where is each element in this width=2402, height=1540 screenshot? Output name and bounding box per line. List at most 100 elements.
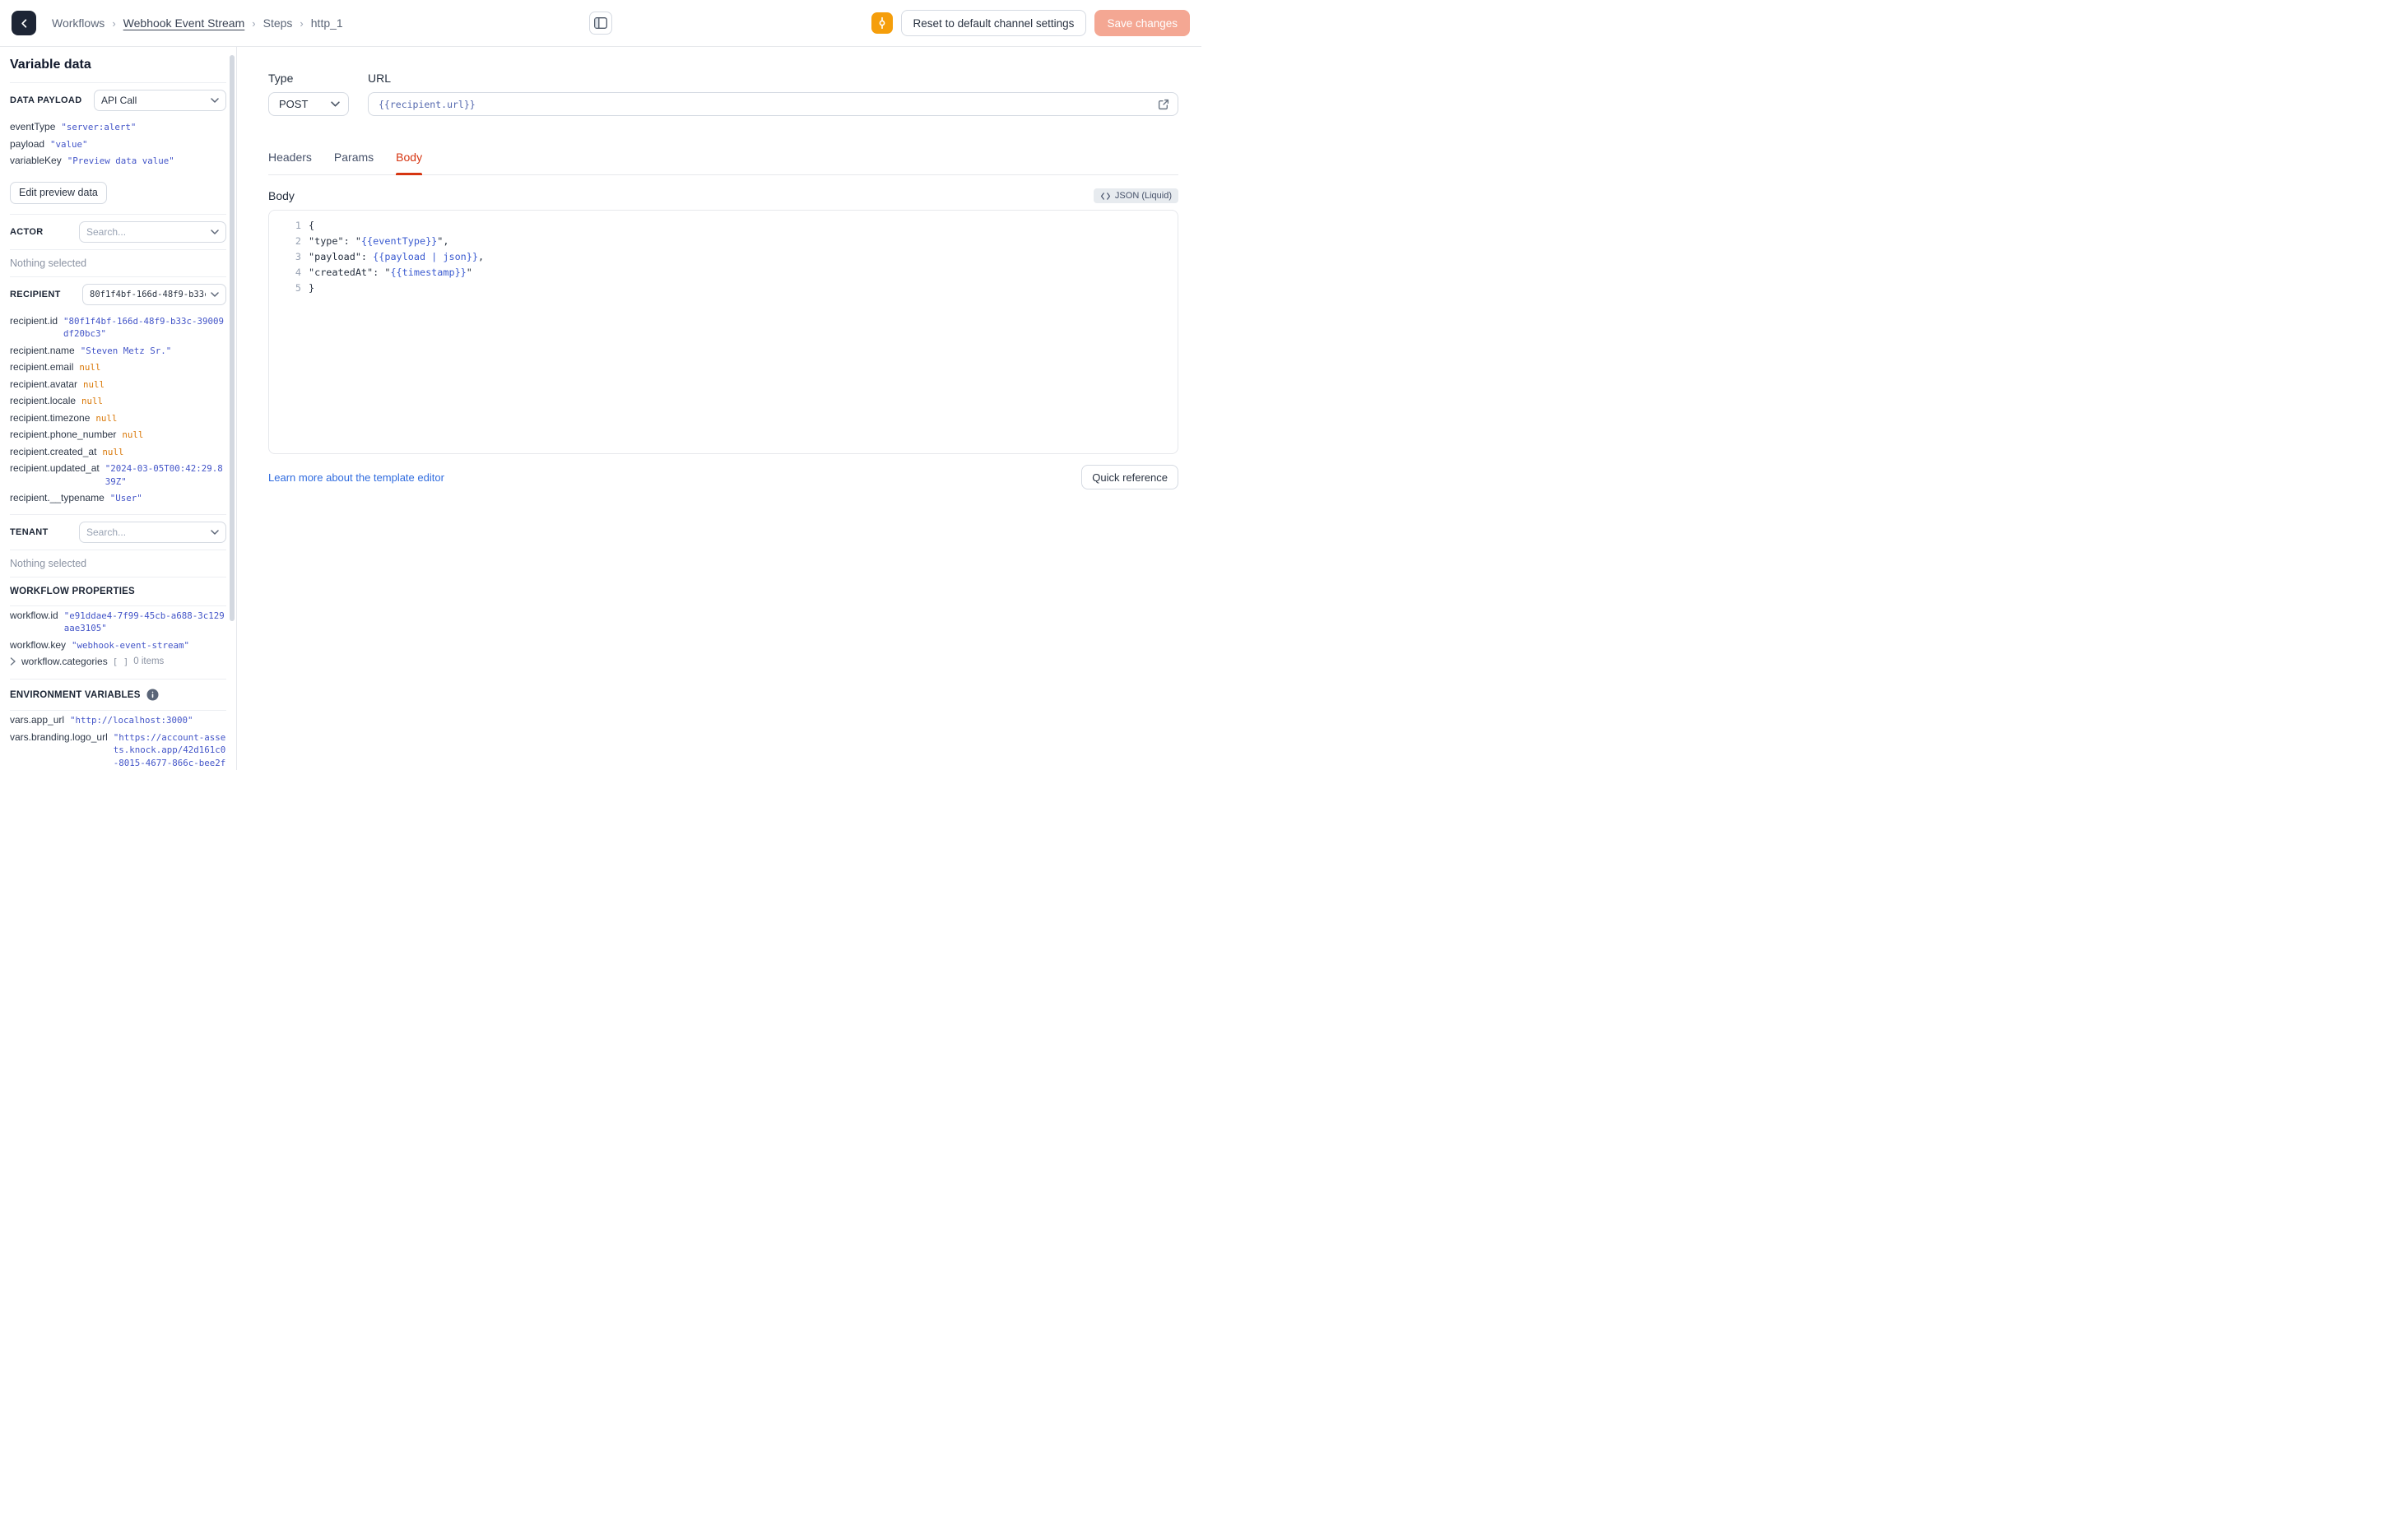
panel-toggle-button[interactable]	[589, 12, 612, 35]
sidebar-toggle-icon	[594, 17, 607, 29]
git-commit-icon	[876, 17, 888, 29]
variable-row: recipient.avatar null	[10, 378, 105, 390]
quick-reference-button[interactable]: Quick reference	[1081, 465, 1178, 489]
url-field: URL {{recipient.url}}	[368, 72, 1178, 116]
line-number: 1	[295, 220, 301, 231]
variable-row: eventType "server:alert"	[10, 121, 137, 132]
variable-data-sidebar: Variable data DATA PAYLOAD API Call even…	[0, 47, 237, 770]
info-icon[interactable]	[146, 689, 159, 701]
breadcrumb-separator: ›	[112, 16, 116, 30]
variable-row: recipient.updated_at "2024-03-05T00:42:29…	[10, 462, 223, 487]
sidebar-scrollbar[interactable]	[230, 55, 235, 621]
body-code-editor[interactable]: 1 { 2 "type": "{{eventType}}", 3 "payloa…	[268, 210, 1178, 454]
actor-label: ACTOR	[10, 226, 44, 237]
method-select[interactable]: POST	[268, 92, 349, 116]
actor-empty-text: Nothing selected	[10, 257, 87, 269]
tenant-search-select[interactable]: Search...	[79, 521, 226, 543]
line-number: 4	[295, 267, 301, 278]
variable-row: recipient.__typename "User"	[10, 492, 142, 503]
tab-headers[interactable]: Headers	[268, 151, 312, 174]
workflow-categories-row[interactable]: workflow.categories [ ] 0 items	[10, 656, 226, 667]
tenant-empty-text: Nothing selected	[10, 557, 87, 569]
breadcrumb-link-workflow-name[interactable]: Webhook Event Stream	[123, 16, 245, 30]
external-link-icon[interactable]	[1158, 99, 1169, 110]
variable-row: vars.app_url "http://localhost:3000"	[10, 714, 193, 726]
workflow-properties-header-section: WORKFLOW PROPERTIES	[10, 578, 226, 606]
workflow-properties-header: WORKFLOW PROPERTIES	[10, 586, 135, 596]
breadcrumb-item-workflows[interactable]: Workflows	[52, 16, 105, 30]
editor-footer: Learn more about the template editor Qui…	[268, 465, 1178, 489]
sidebar-title: Variable data	[10, 58, 91, 72]
code-line: 4 "createdAt": "{{timestamp}}"	[269, 265, 1178, 281]
tab-body[interactable]: Body	[396, 151, 422, 175]
type-label: Type	[268, 72, 294, 85]
url-input[interactable]: {{recipient.url}}	[368, 92, 1178, 116]
edit-preview-data-button[interactable]: Edit preview data	[10, 181, 107, 204]
breadcrumb-separator: ›	[252, 16, 256, 30]
sidebar-title-section: Variable data	[10, 47, 226, 83]
variable-row: recipient.email null	[10, 361, 101, 373]
line-number: 5	[295, 282, 301, 294]
recipient-section: RECIPIENT 80f1f4bf-166d-48f9-b33c recipi…	[10, 277, 226, 515]
chevron-right-icon	[10, 657, 16, 666]
variable-row: recipient.locale null	[10, 395, 104, 406]
chevron-down-icon	[331, 101, 340, 107]
language-badge: JSON (Liquid)	[1093, 188, 1178, 203]
breadcrumb-item-step-name: http_1	[310, 16, 343, 30]
variable-row: recipient.id "80f1f4bf-166d-48f9-b33c-390…	[10, 314, 225, 340]
actor-empty-section: Nothing selected	[10, 250, 226, 277]
tenant-empty-section: Nothing selected	[10, 550, 226, 578]
breadcrumb: Workflows › Webhook Event Stream › Steps…	[52, 16, 343, 30]
chevron-left-icon	[18, 17, 30, 30]
data-payload-select[interactable]: API Call	[94, 90, 226, 111]
code-icon	[1100, 192, 1111, 200]
variable-row: recipient.name "Steven Metz Sr."	[10, 344, 172, 356]
tenant-section: TENANT Search...	[10, 515, 226, 550]
save-changes-button[interactable]: Save changes	[1094, 10, 1190, 36]
type-field: Type POST	[268, 72, 349, 116]
recipient-select[interactable]: 80f1f4bf-166d-48f9-b33c	[82, 283, 226, 305]
chevron-down-icon	[211, 529, 219, 535]
variable-row: recipient.phone_number null	[10, 429, 144, 440]
environment-variables-header-section: ENVIRONMENT VARIABLES	[10, 680, 226, 711]
url-label: URL	[368, 72, 392, 85]
variable-row: workflow.key "webhook-event-stream"	[10, 638, 190, 651]
code-line: 2 "type": "{{eventType}}",	[269, 234, 1178, 249]
tenant-label: TENANT	[10, 526, 49, 537]
code-line: 3 "payload": {{payload | json}},	[269, 249, 1178, 265]
variable-row: recipient.timezone null	[10, 411, 118, 424]
line-number: 2	[295, 235, 301, 247]
back-button[interactable]	[12, 11, 36, 35]
reset-channel-settings-button[interactable]: Reset to default channel settings	[900, 10, 1087, 36]
variable-row: variableKey "Preview data value"	[10, 155, 174, 166]
body-section-label: Body	[268, 189, 295, 202]
data-payload-label: DATA PAYLOAD	[10, 95, 82, 105]
request-config-row: Type POST URL {{recipient.url}}	[268, 72, 1178, 116]
url-value: {{recipient.url}}	[379, 98, 476, 110]
learn-more-link[interactable]: Learn more about the template editor	[268, 471, 444, 484]
tab-params[interactable]: Params	[334, 151, 374, 174]
top-bar: Workflows › Webhook Event Stream › Steps…	[0, 0, 1201, 47]
commit-status-badge[interactable]	[871, 12, 893, 34]
variable-row: vars.branding.logo_url "https://account-a…	[10, 731, 226, 768]
body-section-header: Body JSON (Liquid)	[268, 188, 1178, 203]
topbar-actions: Reset to default channel settings Save c…	[871, 10, 1190, 36]
code-line: 1 {	[269, 218, 1178, 234]
request-editor-panel: Type POST URL {{recipient.url}} Headers …	[237, 47, 1201, 770]
breadcrumb-separator: ›	[300, 16, 304, 30]
chevron-down-icon	[211, 291, 219, 297]
request-tabs: Headers Params Body	[268, 151, 1178, 175]
workflow-properties-rows: workflow.id "e91ddae4-7f99-45cb-a688-3c12…	[10, 606, 226, 680]
chevron-down-icon	[211, 229, 219, 234]
chevron-down-icon	[211, 98, 219, 103]
workflow-step-editor: Workflows › Webhook Event Stream › Steps…	[0, 0, 1201, 770]
environment-variables-rows: vars.app_url "http://localhost:3000" vars…	[10, 711, 226, 770]
breadcrumb-item-steps: Steps	[263, 16, 293, 30]
line-number: 3	[295, 251, 301, 262]
actor-search-select[interactable]: Search...	[79, 220, 226, 243]
variable-row: workflow.id "e91ddae4-7f99-45cb-a688-3c12…	[10, 609, 225, 634]
variable-row: payload "value"	[10, 137, 88, 150]
environment-variables-header: ENVIRONMENT VARIABLES	[10, 689, 141, 700]
data-payload-section: DATA PAYLOAD API Call eventType "server:…	[10, 83, 226, 215]
variable-row: recipient.created_at null	[10, 445, 124, 457]
